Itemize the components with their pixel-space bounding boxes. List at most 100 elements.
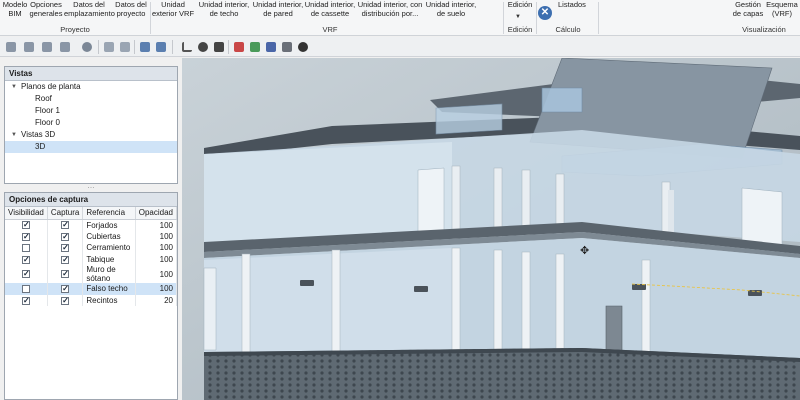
capture-cell[interactable]: ✓: [47, 219, 84, 231]
tree-item-roof[interactable]: Roof: [5, 93, 177, 105]
vistas-panel: Vistas ▼ Planos de planta Roof Floor 1 F…: [4, 66, 178, 184]
visibility-checkbox[interactable]: ✓: [21, 255, 30, 264]
capture-checkbox[interactable]: ✓: [61, 244, 70, 253]
table-row[interactable]: ✓ ✓ Muro de sótano 100: [5, 265, 178, 283]
window-pane: [741, 187, 783, 247]
tree-item-floor-1[interactable]: Floor 1: [5, 105, 177, 117]
tree-item-label: Roof: [35, 94, 52, 103]
visibility-checkbox[interactable]: ✓: [21, 270, 30, 279]
visibility-cell[interactable]: ✓: [5, 294, 48, 306]
opacity-cell[interactable]: 100: [135, 283, 178, 295]
opacity-cell[interactable]: 20: [135, 294, 178, 306]
opacity-cell[interactable]: 100: [135, 242, 178, 254]
table-row[interactable]: ✓ ✓ Recintos 20: [5, 294, 178, 306]
unidad-interior-pared-button[interactable]: Unidad interior, de pared: [252, 0, 304, 24]
capture-cell[interactable]: ✓: [47, 294, 84, 306]
tree-node-vistas-3d[interactable]: ▼ Vistas 3D: [5, 129, 177, 141]
datos-proyecto-button[interactable]: Datos del proyecto: [114, 0, 148, 24]
visibility-checkbox[interactable]: ✓: [21, 296, 30, 305]
tree-item-label: 3D: [35, 142, 46, 151]
reference-cell: Recintos: [82, 294, 136, 306]
modelo-bim-button[interactable]: Modelo BIM: [2, 0, 28, 24]
settings-tool-icon[interactable]: [4, 40, 18, 54]
capture-cell[interactable]: ✓: [47, 265, 84, 283]
esquema-vrf-button[interactable]: Esquema (VRF): [766, 0, 798, 24]
view-tool-icon[interactable]: [264, 40, 278, 54]
table-row[interactable]: ✓ ✓ Tabique 100: [5, 253, 178, 265]
visibility-cell[interactable]: ✓: [5, 219, 48, 231]
column-header[interactable]: Captura: [47, 207, 84, 220]
unidad-exterior-vrf-button[interactable]: Unidad exterior VRF: [151, 0, 195, 24]
pan-tool-icon[interactable]: [212, 40, 226, 54]
capture-cell[interactable]: ✓: [47, 242, 84, 254]
unidad-interior-distribucion-button[interactable]: Unidad interior, con distribución por...: [356, 0, 424, 24]
settings-tool-icon[interactable]: [58, 40, 72, 54]
person-tool-icon[interactable]: [80, 40, 94, 54]
visibility-cell[interactable]: [5, 283, 48, 295]
capture-checkbox[interactable]: ✓: [61, 255, 70, 264]
capture-cell[interactable]: ✓: [47, 283, 84, 295]
table-row[interactable]: ✓ Falso techo 100: [5, 283, 178, 295]
view-tool-icon[interactable]: [280, 40, 294, 54]
visibility-cell[interactable]: ✓: [5, 265, 48, 283]
eye-tool-icon[interactable]: [296, 40, 310, 54]
edicion-button[interactable]: Edición: [504, 0, 536, 24]
capture-checkbox[interactable]: ✓: [61, 296, 70, 305]
capture-checkbox[interactable]: ✓: [61, 232, 70, 241]
column-header[interactable]: Opacidad: [135, 207, 178, 220]
layer-tool-icon[interactable]: [154, 40, 168, 54]
visibility-checkbox[interactable]: ✓: [21, 221, 30, 230]
unidad-interior-suelo-button[interactable]: Unidad interior, de suelo: [424, 0, 478, 24]
capture-checkbox[interactable]: ✓: [61, 221, 70, 230]
toolbar-separator: [172, 40, 173, 54]
opacity-cell[interactable]: 100: [135, 253, 178, 265]
column-header[interactable]: Visibilidad: [5, 207, 48, 220]
indoor-unit: [748, 290, 762, 296]
datos-emplazamiento-button[interactable]: Datos del emplazamiento: [64, 0, 115, 24]
capture-cell[interactable]: ✓: [47, 253, 84, 265]
section-tool-icon[interactable]: [232, 40, 246, 54]
table-row[interactable]: ✓ ✓ Forjados 100: [5, 219, 178, 231]
lower-floor-back: [204, 248, 452, 354]
visibility-cell[interactable]: ✓: [5, 230, 48, 242]
visibility-checkbox[interactable]: [21, 285, 30, 294]
table-row[interactable]: ✓ ✓ Cubiertas 100: [5, 230, 178, 242]
calculation-icon[interactable]: ✕: [538, 6, 552, 20]
capture-cell[interactable]: ✓: [47, 230, 84, 242]
opacity-cell[interactable]: 100: [135, 230, 178, 242]
grid-tool-icon[interactable]: [248, 40, 262, 54]
capture-checkbox[interactable]: ✓: [61, 270, 70, 279]
axes-tool-icon[interactable]: [180, 40, 194, 54]
cursor-move-icon: ✥: [580, 245, 590, 257]
tree-node-planos[interactable]: ▼ Planos de planta: [5, 81, 177, 93]
visibility-cell[interactable]: [5, 242, 48, 254]
reference-cell: Cubiertas: [82, 230, 136, 242]
reference-cell: Falso techo: [82, 283, 136, 295]
layer-tool-icon[interactable]: [138, 40, 152, 54]
gestion-capas-button[interactable]: Gestión de capas: [732, 0, 764, 24]
settings-tool-icon[interactable]: [40, 40, 54, 54]
camera-tool-icon[interactable]: [118, 40, 132, 54]
dropdown-arrow-icon[interactable]: ▼: [515, 14, 521, 20]
listados-button[interactable]: Listados: [558, 0, 592, 24]
visibility-checkbox[interactable]: [21, 244, 30, 253]
unidad-interior-cassette-button[interactable]: Unidad interior, de cassette: [304, 0, 356, 24]
tree-item-floor-0[interactable]: Floor 0: [5, 117, 177, 129]
capture-checkbox[interactable]: ✓: [61, 285, 70, 294]
table-row[interactable]: ✓ Cerramiento 100: [5, 242, 178, 254]
settings-tool-icon[interactable]: [22, 40, 36, 54]
capture-tool-icon[interactable]: [102, 40, 116, 54]
column-header[interactable]: Referencia: [82, 207, 136, 220]
building-3d-model: [182, 58, 800, 400]
opacity-cell[interactable]: 100: [135, 219, 178, 231]
unidad-interior-techo-button[interactable]: Unidad interior, de techo: [197, 0, 251, 24]
collapse-caret-icon[interactable]: ▼: [11, 81, 17, 93]
opciones-generales-button[interactable]: Opciones generales: [28, 0, 64, 24]
visibility-checkbox[interactable]: ✓: [21, 232, 30, 241]
opacity-cell[interactable]: 100: [135, 265, 178, 283]
orbit-tool-icon[interactable]: [196, 40, 210, 54]
3d-viewport[interactable]: ✥: [182, 58, 800, 400]
visibility-cell[interactable]: ✓: [5, 253, 48, 265]
collapse-caret-icon[interactable]: ▼: [11, 129, 17, 141]
tree-item-3d[interactable]: 3D: [5, 141, 177, 153]
